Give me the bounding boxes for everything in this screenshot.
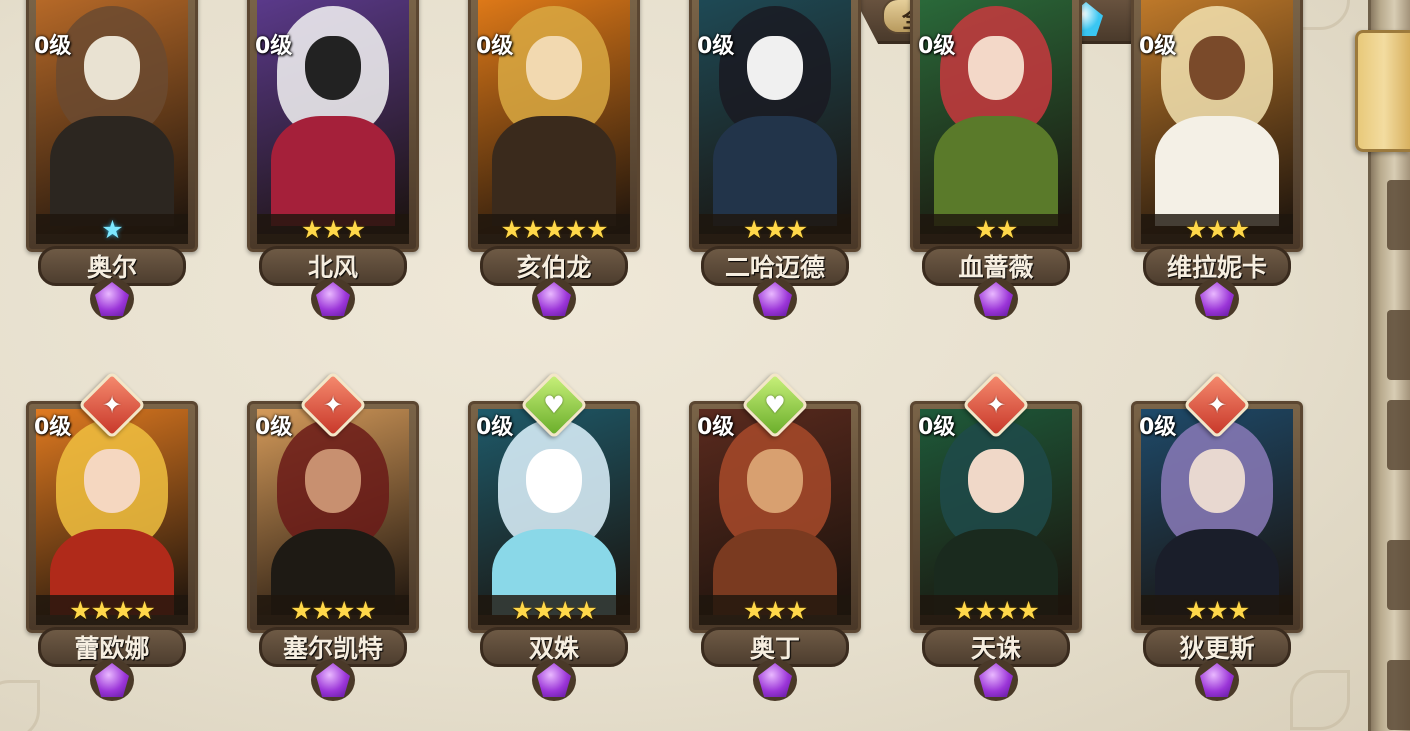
hero-body	[50, 116, 174, 226]
hero-body	[492, 116, 616, 226]
hero-card[interactable]: 0级 ★ 奥尔	[12, 0, 212, 325]
hero-card[interactable]: 0级 ★★ 血蔷薇	[896, 0, 1096, 325]
hero-level: 0级	[34, 34, 72, 59]
hero-level: 0级	[1139, 415, 1177, 440]
hero-face	[968, 36, 1024, 100]
hero-level: 0级	[918, 34, 956, 59]
hero-level: 0级	[918, 415, 956, 440]
sword-icon: ✦	[322, 391, 344, 419]
star-rating: ★★★★	[36, 595, 188, 625]
star-rating: ★★★★	[478, 595, 630, 625]
star-rating: ★★	[920, 214, 1072, 244]
hero-card[interactable]: 0级 ★★★★ 蕾欧娜 ✦	[12, 371, 212, 706]
hero-face	[84, 36, 140, 100]
hero-body	[713, 116, 837, 226]
hero-body	[934, 116, 1058, 226]
side-tab[interactable]	[1355, 30, 1410, 152]
hero-level: 0级	[255, 34, 293, 59]
star-rating: ★★★★	[257, 595, 409, 625]
hero-level: 0级	[34, 415, 72, 440]
hero-level: 0级	[255, 415, 293, 440]
sword-icon: ✦	[985, 391, 1007, 419]
sword-icon: ✦	[101, 391, 123, 419]
star-rating: ★★★	[1141, 214, 1293, 244]
hero-card[interactable]: 0级 ★★★ 维拉妮卡	[1117, 0, 1317, 325]
hero-face	[526, 36, 582, 100]
hero-card[interactable]: 0级 ★★★ 北风	[233, 0, 433, 325]
hero-card[interactable]: 0级 ★★★★ 天诛 ✦	[896, 371, 1096, 706]
star-rating: ★★★	[699, 595, 851, 625]
star-rating: ★	[36, 214, 188, 244]
hero-body	[1155, 116, 1279, 226]
hero-level: 0级	[476, 415, 514, 440]
hero-face	[968, 449, 1024, 513]
hero-face	[305, 449, 361, 513]
heart-icon: ♥	[764, 391, 786, 419]
hero-level: 0级	[697, 415, 735, 440]
hero-face	[1189, 449, 1245, 513]
hero-level: 0级	[476, 34, 514, 59]
hero-level: 0级	[697, 34, 735, 59]
hero-face	[747, 449, 803, 513]
hero-level: 0级	[1139, 34, 1177, 59]
star-rating: ★★★★★	[478, 214, 630, 244]
hero-face	[526, 449, 582, 513]
star-rating: ★★★★	[920, 595, 1072, 625]
heart-icon: ♥	[543, 391, 565, 419]
hero-card[interactable]: 0级 ★★★ 奥丁 ♥	[675, 371, 875, 706]
hero-card[interactable]: 0级 ★★★★★ 亥伯龙	[454, 0, 654, 325]
hero-card[interactable]: 0级 ★★★ 狄更斯 ✦	[1117, 371, 1317, 706]
sword-icon: ✦	[1206, 391, 1228, 419]
star-rating: ★★★	[1141, 595, 1293, 625]
star-rating: ★★★	[699, 214, 851, 244]
hero-card[interactable]: 0级 ★★★ 二哈迈德	[675, 0, 875, 325]
hero-face	[1189, 36, 1245, 100]
hero-card[interactable]: 0级 ★★★★ 塞尔凯特 ✦	[233, 371, 433, 706]
hero-face	[305, 36, 361, 100]
hero-card[interactable]: 0级 ★★★★ 双姝 ♥	[454, 371, 654, 706]
hero-face	[84, 449, 140, 513]
hero-body	[271, 116, 395, 226]
hero-face	[747, 36, 803, 100]
star-rating: ★★★	[257, 214, 409, 244]
